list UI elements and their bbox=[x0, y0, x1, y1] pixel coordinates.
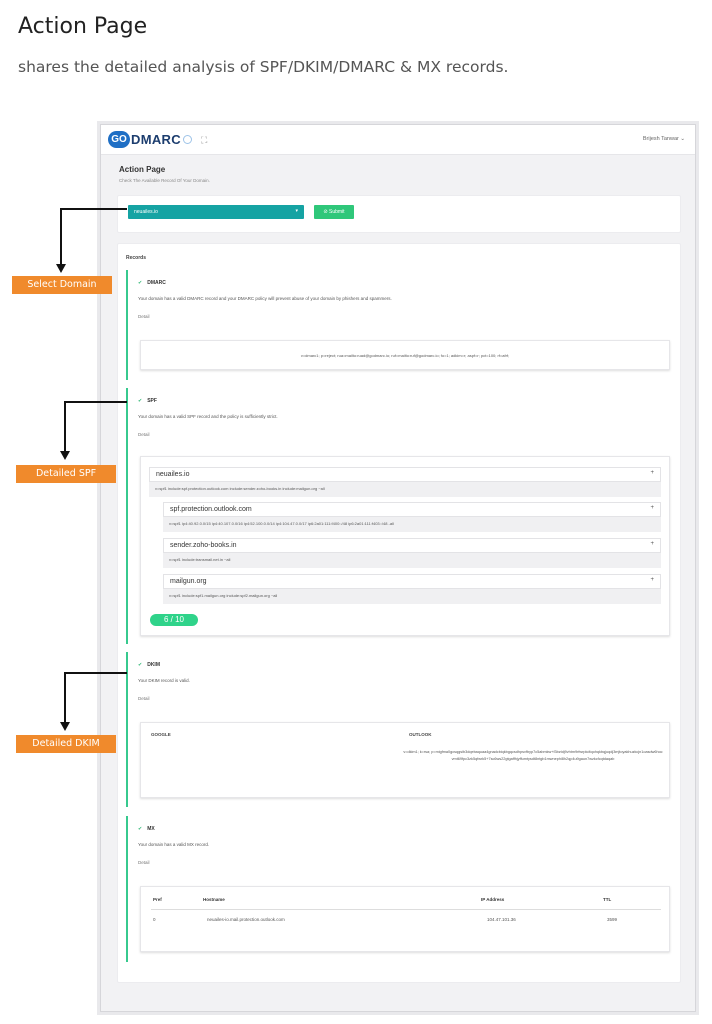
mx-header-ttl: TTL bbox=[603, 897, 612, 902]
spf-include-value: v=spf1 include:transmail.net.in ~all bbox=[169, 557, 231, 562]
spf-root-include: neuailes.io + v=spf1 include:spf.protecti… bbox=[149, 467, 661, 497]
check-icon: ✔ bbox=[138, 826, 143, 832]
spf-include-header[interactable]: mailgun.org + bbox=[163, 574, 661, 589]
app-logo[interactable]: GO DMARC bbox=[108, 131, 192, 148]
domain-card: neuailes.io ▾ ⊘ Submit bbox=[117, 195, 681, 233]
app-screenshot: GO DMARC ⛶ Brijesh Tanwar ⌄ Action Page … bbox=[100, 124, 696, 1012]
records-label: Records bbox=[126, 255, 147, 261]
expand-plus-icon[interactable]: + bbox=[650, 505, 654, 511]
mx-table: Pref Hostname IP Address TTL 0 neuailes-… bbox=[140, 886, 670, 952]
spf-include-header[interactable]: sender.zoho-books.in + bbox=[163, 538, 661, 553]
expand-plus-icon[interactable]: + bbox=[650, 577, 654, 583]
dmarc-value: v=dmarc1; p=reject; rua=mailto:ruad@godm… bbox=[140, 340, 670, 370]
dkim-col-google: GOOGLE bbox=[151, 732, 171, 737]
slide-title: Action Page bbox=[18, 14, 148, 39]
dmarc-title-text: DMARC bbox=[147, 280, 166, 286]
arrow-down-icon bbox=[60, 722, 70, 731]
expand-plus-icon[interactable]: + bbox=[650, 470, 654, 476]
mx-cell-ttl: 3599 bbox=[607, 917, 618, 922]
mx-record: ✔ MX Your domain has a valid MX record. D… bbox=[126, 816, 674, 962]
spf-title-text: SPF bbox=[147, 398, 157, 404]
dkim-detail-label: Detail bbox=[138, 696, 150, 701]
logo-go-badge: GO bbox=[108, 131, 130, 148]
spf-connector-v bbox=[64, 401, 66, 451]
spf-include-item: mailgun.org + v=spf1 include:spf1.mailgun… bbox=[163, 574, 661, 604]
records-card: Records ✔ DMARC Your domain has a valid D… bbox=[117, 243, 681, 983]
mx-cell-ip: 104.47.101.36 bbox=[487, 917, 516, 922]
spf-include-host: spf.protection.outlook.com bbox=[170, 506, 252, 513]
spf-include-item: sender.zoho-books.in + v=spf1 include:tra… bbox=[163, 538, 661, 568]
spf-root-host: neuailes.io bbox=[156, 471, 190, 478]
callout-select-domain: Select Domain bbox=[12, 276, 112, 294]
arrow-down-icon bbox=[56, 264, 66, 273]
user-menu[interactable]: Brijesh Tanwar ⌄ bbox=[643, 136, 685, 142]
select-domain-connector-v bbox=[60, 208, 62, 266]
mx-description: Your domain has a valid MX record. bbox=[138, 842, 210, 847]
mx-header-ip: IP Address bbox=[481, 897, 505, 902]
top-bar: GO DMARC ⛶ Brijesh Tanwar ⌄ bbox=[101, 125, 695, 155]
spf-detail-box: neuailes.io + v=spf1 include:spf.protecti… bbox=[140, 456, 670, 636]
dkim-col-outlook: OUTLOOK bbox=[409, 732, 432, 737]
callout-detailed-spf: Detailed SPF bbox=[16, 465, 116, 483]
spf-detail-label: Detail bbox=[138, 432, 150, 437]
spf-root-value: v=spf1 include:spf.protection.outlook.co… bbox=[155, 486, 325, 491]
mx-cell-pref: 0 bbox=[153, 917, 156, 922]
dmarc-title: ✔ DMARC bbox=[138, 280, 166, 286]
chevron-down-icon: ⌄ bbox=[680, 136, 685, 142]
dmarc-description: Your domain has a valid DMARC record and… bbox=[138, 296, 392, 301]
page-subtitle: Check The Available Record Of Your Domai… bbox=[119, 178, 210, 183]
domain-select-value: neuailes.io bbox=[134, 209, 158, 215]
submit-button[interactable]: ⊘ Submit bbox=[314, 205, 354, 219]
dmarc-record: ✔ DMARC Your domain has a valid DMARC rec… bbox=[126, 270, 674, 380]
expand-plus-icon[interactable]: + bbox=[650, 541, 654, 547]
spf-include-header[interactable]: spf.protection.outlook.com + bbox=[163, 502, 661, 517]
logo-ring-icon bbox=[182, 135, 192, 144]
mx-header-pref: Pref bbox=[153, 897, 162, 902]
callout-detailed-dkim: Detailed DKIM bbox=[16, 735, 116, 753]
spf-root-header[interactable]: neuailes.io + bbox=[149, 467, 661, 482]
spf-include-value: v=spf1 include:spf1.mailgun.org include:… bbox=[169, 593, 278, 598]
select-domain-connector-h bbox=[61, 208, 127, 210]
logo-text: DMARC bbox=[131, 132, 181, 147]
mx-title-text: MX bbox=[147, 826, 155, 832]
dmarc-detail-label: Detail bbox=[138, 314, 150, 319]
spf-include-item: spf.protection.outlook.com + v=spf1 ip4:4… bbox=[163, 502, 661, 532]
mx-header-hostname: Hostname bbox=[203, 897, 225, 902]
dkim-title-text: DKIM bbox=[147, 662, 160, 668]
check-icon: ✔ bbox=[138, 662, 143, 668]
dkim-title: ✔ DKIM bbox=[138, 662, 160, 668]
page-header: Action Page Check The Available Record O… bbox=[119, 165, 210, 183]
spf-score-badge: 6 / 10 bbox=[150, 614, 198, 626]
spf-description: Your domain has a valid SPF record and t… bbox=[138, 414, 278, 419]
mx-cell-hostname: neuailes-io.mail.protection.outlook.com bbox=[207, 917, 285, 922]
mx-title: ✔ MX bbox=[138, 826, 155, 832]
dkim-outlook-value: v=dkim1; k=rsa; p=migfma0gcsqgsib3dqebaq… bbox=[403, 750, 663, 761]
check-icon: ✔ bbox=[138, 398, 143, 404]
dkim-connector-v bbox=[64, 672, 66, 722]
spf-connector-h bbox=[65, 401, 127, 403]
dkim-record: ✔ DKIM Your DKIM record is valid. Detail … bbox=[126, 652, 674, 807]
dkim-detail-box: GOOGLE OUTLOOK v=dkim1; k=rsa; p=migfma0… bbox=[140, 722, 670, 798]
mx-detail-label: Detail bbox=[138, 860, 150, 865]
spf-include-host: sender.zoho-books.in bbox=[170, 542, 237, 549]
spf-title: ✔ SPF bbox=[138, 398, 157, 404]
caret-down-icon: ▾ bbox=[295, 208, 298, 214]
arrow-down-icon bbox=[60, 451, 70, 460]
page-title: Action Page bbox=[119, 165, 166, 174]
slide-subtitle: shares the detailed analysis of SPF/DKIM… bbox=[18, 58, 509, 76]
domain-select[interactable]: neuailes.io ▾ bbox=[128, 205, 304, 219]
dkim-connector-h bbox=[65, 672, 127, 674]
spf-record: ✔ SPF Your domain has a valid SPF record … bbox=[126, 388, 674, 644]
mx-header-divider bbox=[151, 909, 661, 910]
user-name: Brijesh Tanwar bbox=[642, 136, 679, 142]
dkim-description: Your DKIM record is valid. bbox=[138, 678, 190, 683]
expand-icon[interactable]: ⛶ bbox=[201, 135, 207, 146]
spf-include-value: v=spf1 ip4:40.92.0.0/15 ip4:40.107.0.0/1… bbox=[169, 521, 394, 526]
check-icon: ✔ bbox=[138, 280, 143, 286]
spf-include-host: mailgun.org bbox=[170, 578, 207, 585]
